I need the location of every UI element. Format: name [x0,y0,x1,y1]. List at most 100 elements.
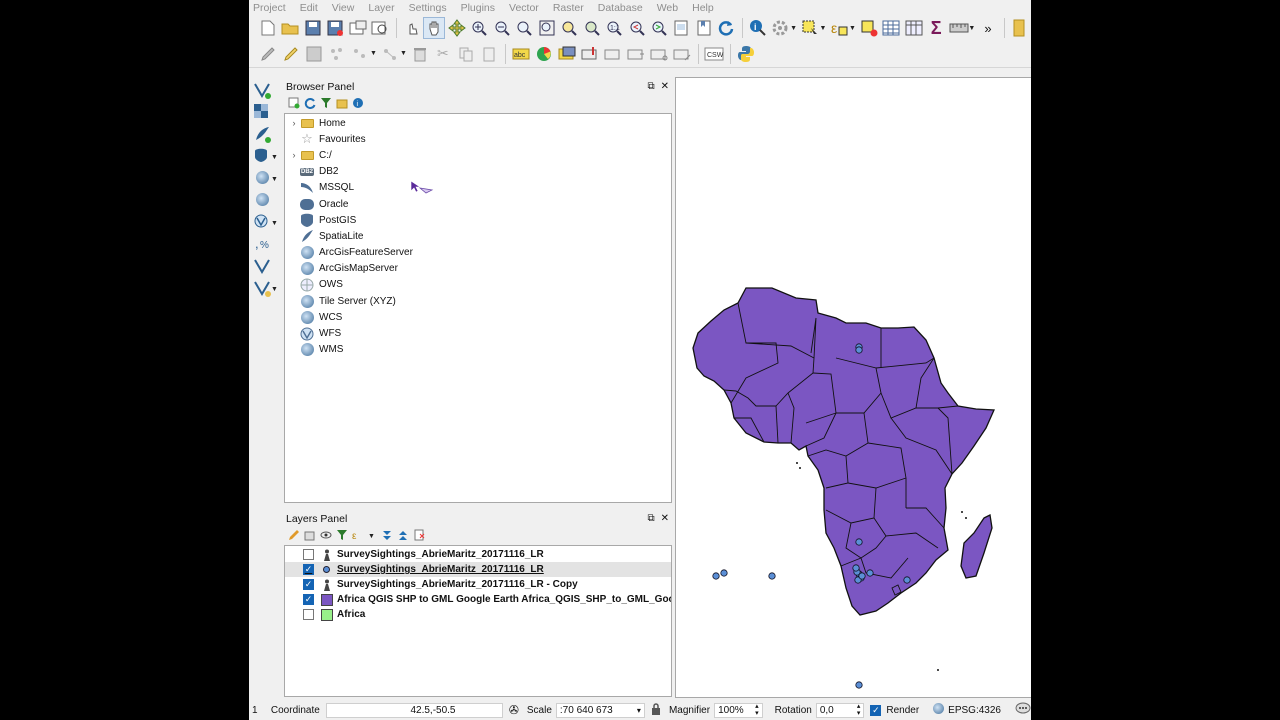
zoom-to-layer-icon[interactable] [581,17,602,39]
delete-selected-icon[interactable] [409,43,431,65]
properties-icon[interactable]: i [352,97,364,112]
close-panel-icon[interactable]: ✕ [661,513,669,524]
add-spatialite-layer-icon[interactable] [251,124,285,146]
browser-item-c[interactable]: › C:/ [285,147,671,163]
add-wfs-layer-icon[interactable]: ▼ [251,212,285,234]
browser-item-arcgisfeatureserver[interactable]: ArcGisFeatureServer [285,245,671,261]
highlight-pinned-labels-icon[interactable] [556,43,578,65]
filter-expression-icon[interactable]: ε [352,529,366,544]
menu-edit[interactable]: Edit [300,2,318,14]
toggle-editing-icon[interactable] [280,43,302,65]
rotation-spinbox[interactable]: 0,0 ▴ ▾ [815,702,865,718]
cut-features-icon[interactable]: ✂ [432,43,454,65]
browser-item-tile-server-xyz[interactable]: Tile Server (XYZ) [285,293,671,309]
layer-visibility-checkbox[interactable]: ✓ [303,564,314,575]
magnifier-spinbox[interactable]: 100% ▴ ▾ [714,702,763,718]
zoom-full-icon[interactable] [536,17,557,39]
browser-item-favourites[interactable]: ☆ Favourites [285,131,671,147]
menu-settings[interactable]: Settings [409,2,447,14]
new-print-layout-icon[interactable] [347,17,368,39]
browser-item-oracle[interactable]: Oracle [285,196,671,212]
float-panel-icon[interactable]: ⧉ [647,81,654,92]
layer-visibility-checkbox[interactable]: ✓ [303,594,314,605]
map-canvas[interactable] [675,77,1031,698]
toolbar-handle-icon[interactable] [1009,17,1030,39]
filter-browser-icon[interactable] [320,97,332,112]
copy-features-icon[interactable] [455,43,477,65]
layer-row[interactable]: ✓ SurveySightings_AbrieMaritz_20171116_LR [285,562,671,577]
browser-item-wfs[interactable]: WFS [285,325,671,341]
menu-web[interactable]: Web [657,2,678,14]
select-by-value-icon[interactable]: ε [828,17,849,39]
python-console-icon[interactable] [735,43,757,65]
add-selected-layers-icon[interactable] [288,97,300,112]
zoom-in-icon[interactable] [468,17,489,39]
add-wcs-layer-icon[interactable] [251,190,285,212]
browser-item-wcs[interactable]: WCS [285,309,671,325]
layer-row[interactable]: ✓ SurveySightings_AbrieMaritz_20171116_LR… [285,577,671,592]
add-virtual-layer-icon[interactable] [251,256,285,278]
save-as-icon[interactable] [324,17,345,39]
vertex-tool-icon[interactable] [379,43,401,65]
save-project-icon[interactable] [302,17,323,39]
layer-row[interactable]: ✓ Africa QGIS SHP to GML Google Earth Afr… [285,592,671,607]
browser-item-spatialite[interactable]: SpatiaLite [285,228,671,244]
manage-map-themes-icon[interactable] [320,529,332,544]
menu-vector[interactable]: Vector [509,2,539,14]
float-panel-icon[interactable]: ⧉ [647,513,654,524]
measure-line-icon[interactable] [948,17,969,39]
layer-visibility-checkbox[interactable] [303,549,314,560]
expand-arrow-icon[interactable]: › [285,118,299,128]
open-layer-styling-icon[interactable] [288,529,300,544]
paste-features-icon[interactable] [478,43,500,65]
pan-to-selection-icon[interactable] [446,17,467,39]
zoom-out-icon[interactable] [491,17,512,39]
toolbar-overflow[interactable]: » [977,17,998,39]
metasearch-csw-icon[interactable]: CSW [703,43,725,65]
select-features-icon[interactable] [799,17,820,39]
browser-item-db2[interactable]: DB2 DB2 [285,164,671,180]
menu-database[interactable]: Database [598,2,643,14]
statistics-sigma-icon[interactable]: Σ [925,17,946,39]
save-edits-icon[interactable] [303,43,325,65]
diagram-pie-icon[interactable] [533,43,555,65]
menu-layer[interactable]: Layer [368,2,394,14]
move-feature-icon[interactable] [349,43,371,65]
run-action-icon[interactable] [770,17,791,39]
browser-item-home[interactable]: › Home [285,115,671,131]
add-postgis-layer-icon[interactable]: ▼ [251,146,285,168]
label-layer-icon[interactable]: abc [510,43,532,65]
browser-item-wms[interactable]: WMS [285,342,671,358]
menu-plugins[interactable]: Plugins [461,2,495,14]
new-bookmark-icon[interactable] [693,17,714,39]
identify-icon[interactable]: i [747,17,768,39]
zoom-next-icon[interactable] [648,17,669,39]
add-group-icon[interactable] [304,529,316,544]
rotate-label-icon[interactable] [648,43,670,65]
scale-combo[interactable]: :70 640 673 ▾ [555,702,645,718]
touch-zoom-icon[interactable] [401,17,422,39]
collapse-all-icon[interactable] [336,97,348,112]
menu-view[interactable]: View [332,2,355,14]
zoom-native-icon[interactable]: 1:1 [603,17,624,39]
show-hide-labels-icon[interactable] [602,43,624,65]
expand-arrow-icon[interactable]: › [285,150,299,160]
new-shapefile-icon[interactable]: ▼ [251,278,285,300]
open-project-icon[interactable] [279,17,300,39]
move-label-icon[interactable] [625,43,647,65]
layer-row[interactable]: SurveySightings_AbrieMaritz_20171116_LR [285,547,671,562]
menu-help[interactable]: Help [692,2,714,14]
pin-labels-icon[interactable] [579,43,601,65]
refresh-icon[interactable] [716,17,737,39]
menu-raster[interactable]: Raster [553,2,584,14]
lock-scale-icon[interactable] [651,702,661,718]
layer-row[interactable]: Africa [285,607,671,622]
layer-visibility-checkbox[interactable] [303,609,314,620]
browser-item-arcgismapserver[interactable]: ArcGisMapServer [285,261,671,277]
current-edits-icon[interactable] [257,43,279,65]
layer-visibility-checkbox[interactable]: ✓ [303,579,314,590]
refresh-browser-icon[interactable] [304,97,316,112]
pan-map-icon[interactable] [423,17,445,39]
collapse-all-layers-icon[interactable] [397,529,409,544]
remove-layer-icon[interactable] [413,529,425,544]
